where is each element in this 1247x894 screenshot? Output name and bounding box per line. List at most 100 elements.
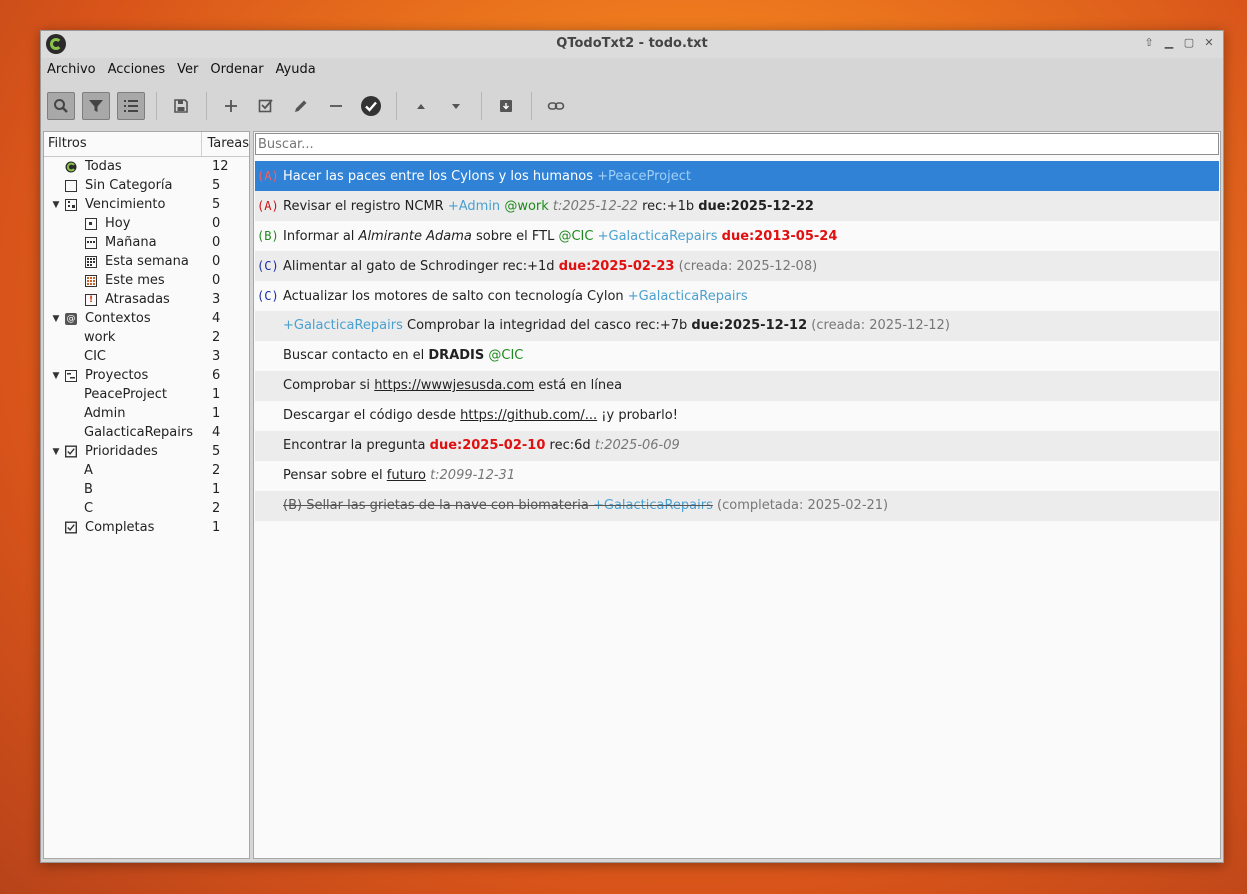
filters-column-header[interactable]: Filtros: [44, 132, 203, 156]
task-text: Hacer las paces entre los Cylons y los h…: [283, 169, 593, 184]
task-project[interactable]: +GalacticaRepairs: [598, 229, 718, 244]
filter-context-work[interactable]: work 2: [44, 328, 249, 347]
this-month-icon: [85, 274, 97, 287]
move-up-button[interactable]: [407, 92, 435, 120]
keep-above-icon[interactable]: ⇧: [1143, 37, 1155, 49]
menu-ver[interactable]: Ver: [171, 58, 204, 82]
task-due: due:2013-05-24: [721, 229, 838, 244]
task-row[interactable]: (C) Actualizar los motores de salto con t…: [255, 281, 1219, 311]
filter-due[interactable]: ▼ Vencimiento 5: [44, 195, 249, 214]
maximize-icon[interactable]: ▢: [1183, 37, 1195, 49]
add-task-button[interactable]: [217, 92, 245, 120]
filter-label: Atrasadas: [105, 292, 170, 307]
filter-priority-c[interactable]: C 2: [44, 499, 249, 518]
filter-count: 3: [212, 349, 221, 364]
task-priority: (C): [257, 259, 279, 273]
close-icon[interactable]: ✕: [1203, 37, 1215, 49]
task-text: sobre el FTL: [476, 229, 555, 244]
tasks-count-column-header[interactable]: Tareas: [202, 132, 249, 156]
filter-count: 4: [212, 311, 221, 326]
toolbar: [41, 87, 1223, 125]
menu-ayuda[interactable]: Ayuda: [270, 58, 322, 82]
task-link[interactable]: futuro: [387, 468, 426, 483]
list-icon: [124, 100, 138, 112]
filter-priorities[interactable]: ▼ Prioridades 5: [44, 442, 249, 461]
link-button[interactable]: [542, 92, 570, 120]
filter-count: 0: [212, 235, 221, 250]
filter-label: CIC: [84, 349, 106, 364]
expand-arrow-icon[interactable]: ▼: [51, 314, 61, 324]
task-row[interactable]: Encontrar la pregunta due:2025-02-10 rec…: [255, 431, 1219, 461]
filter-tomorrow[interactable]: Mañana 0: [44, 233, 249, 252]
filter-label: Vencimiento: [85, 197, 166, 212]
task-due: due:2025-12-12: [691, 318, 808, 333]
filter-count: 0: [212, 254, 221, 269]
expand-arrow-icon[interactable]: ▼: [51, 447, 61, 457]
filter-label: Hoy: [105, 216, 131, 231]
delete-task-button[interactable]: [322, 92, 350, 120]
menu-ordenar[interactable]: Ordenar: [204, 58, 269, 82]
task-row[interactable]: (B) Informar al Almirante Adama sobre el …: [255, 221, 1219, 251]
filter-project-galacticarepairs[interactable]: GalacticaRepairs 4: [44, 423, 249, 442]
filter-count: 1: [212, 406, 221, 421]
save-button[interactable]: [167, 92, 195, 120]
task-link[interactable]: https://github.com/...: [460, 408, 597, 423]
filter-context-cic[interactable]: CIC 3: [44, 347, 249, 366]
filter-count: 0: [212, 273, 221, 288]
filter-overdue[interactable]: ! Atrasadas 3: [44, 290, 249, 309]
filter-today[interactable]: Hoy 0: [44, 214, 249, 233]
task-row[interactable]: Comprobar si https://wwwjesusda.com está…: [255, 371, 1219, 401]
filter-this-week[interactable]: Esta semana 0: [44, 252, 249, 271]
expand-arrow-icon[interactable]: ▼: [51, 200, 61, 210]
projects-icon: [65, 369, 77, 382]
add-task-multiline-button[interactable]: [252, 92, 280, 120]
archive-button[interactable]: [492, 92, 520, 120]
minimize-icon[interactable]: ▁: [1163, 37, 1175, 49]
filter-completed[interactable]: Completas 1: [44, 518, 249, 537]
filter-label: Prioridades: [85, 444, 158, 459]
task-context[interactable]: @CIC: [488, 348, 523, 363]
menu-acciones[interactable]: Acciones: [102, 58, 172, 82]
filter-project-peaceproject[interactable]: PeaceProject 1: [44, 385, 249, 404]
filter-icon: [89, 100, 103, 112]
filter-contexts[interactable]: ▼ @ Contextos 4: [44, 309, 249, 328]
filter-label: A: [84, 463, 93, 478]
task-row[interactable]: +GalacticaRepairs Comprobar la integrida…: [255, 311, 1219, 341]
search-toggle-button[interactable]: [47, 92, 75, 120]
filter-projects[interactable]: ▼ Proyectos 6: [44, 366, 249, 385]
app-window: QTodoTxt2 - todo.txt ⇧ ▁ ▢ ✕ Archivo Acc…: [40, 30, 1224, 863]
task-project[interactable]: +GalacticaRepairs: [283, 318, 403, 333]
task-row[interactable]: Descargar el código desde https://github…: [255, 401, 1219, 431]
filter-priority-b[interactable]: B 1: [44, 480, 249, 499]
task-row[interactable]: (A) Revisar el registro NCMR +Admin @work…: [255, 191, 1219, 221]
task-row[interactable]: (C) Alimentar al gato de Schrodinger rec:…: [255, 251, 1219, 281]
filter-toggle-button[interactable]: [82, 92, 110, 120]
task-row[interactable]: Buscar contacto en el DRADIS @CIC: [255, 341, 1219, 371]
filter-all[interactable]: Todas 12: [44, 157, 249, 176]
task-project[interactable]: +GalacticaRepairs: [593, 498, 713, 513]
filter-priority-a[interactable]: A 2: [44, 461, 249, 480]
task-project[interactable]: +Admin: [448, 199, 500, 214]
search-input[interactable]: [255, 133, 1219, 155]
complete-task-button[interactable]: [357, 92, 385, 120]
task-context[interactable]: @work: [504, 199, 548, 214]
task-context[interactable]: @CIC: [558, 229, 593, 244]
filter-label: B: [84, 482, 93, 497]
task-link[interactable]: https://wwwjesusda.com: [374, 378, 534, 393]
move-down-button[interactable]: [442, 92, 470, 120]
task-row[interactable]: (B) Sellar las grietas de la nave con bi…: [255, 491, 1219, 521]
task-row[interactable]: Pensar sobre el futuro t:2099-12-31: [255, 461, 1219, 491]
list-toggle-button[interactable]: [117, 92, 145, 120]
task-project[interactable]: +GalacticaRepairs: [628, 289, 748, 304]
filter-project-admin[interactable]: Admin 1: [44, 404, 249, 423]
filter-this-month[interactable]: Este mes 0: [44, 271, 249, 290]
expand-arrow-icon[interactable]: ▼: [51, 371, 61, 381]
task-row[interactable]: (A) Hacer las paces entre los Cylons y lo…: [255, 161, 1219, 191]
edit-task-button[interactable]: [287, 92, 315, 120]
search-icon: [54, 99, 68, 113]
task-project[interactable]: +PeaceProject: [597, 169, 691, 184]
task-due: due:2025-12-22: [698, 199, 814, 214]
filter-uncategorized[interactable]: Sin Categoría 5: [44, 176, 249, 195]
menu-archivo[interactable]: Archivo: [41, 58, 102, 82]
uncategorized-icon: [65, 179, 77, 192]
